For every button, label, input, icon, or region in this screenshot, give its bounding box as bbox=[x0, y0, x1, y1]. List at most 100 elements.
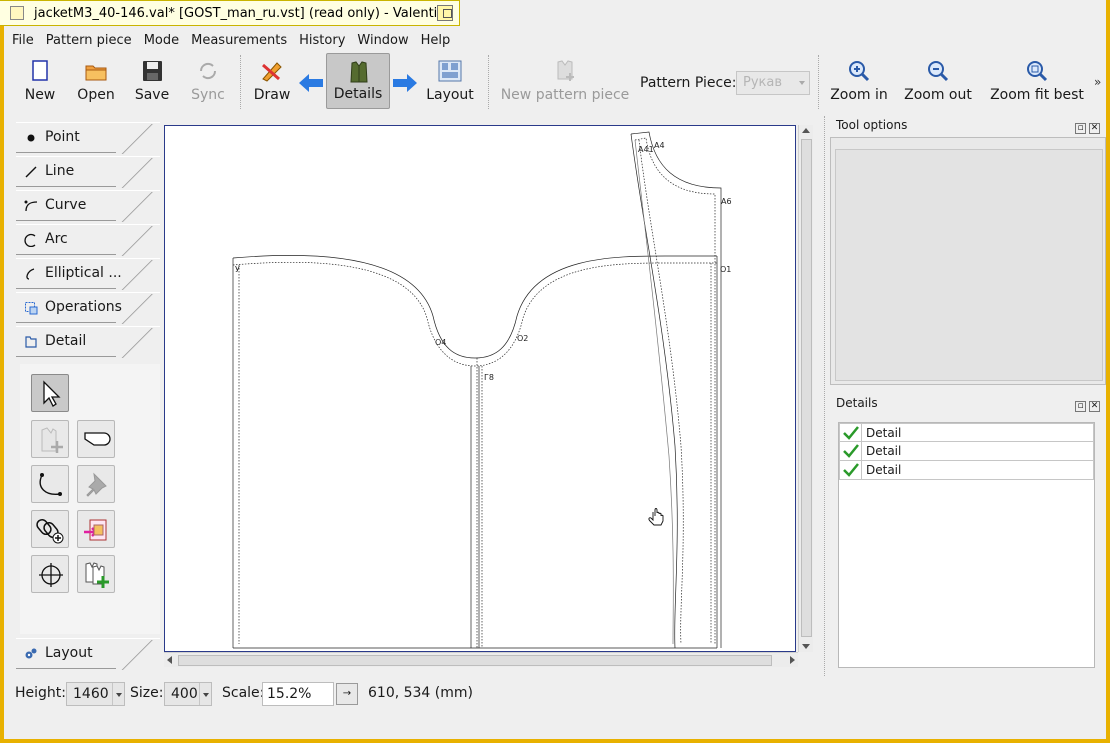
height-select[interactable]: 1460 bbox=[66, 682, 125, 706]
seam-allowance-tool-button[interactable] bbox=[31, 420, 69, 458]
close-icon[interactable]: ✕ bbox=[1089, 401, 1100, 412]
new-label: New bbox=[24, 87, 56, 103]
dock-separator bbox=[824, 116, 825, 676]
scroll-left-icon[interactable] bbox=[167, 656, 172, 664]
scale-input[interactable]: 15.2% bbox=[262, 682, 334, 706]
scroll-up-icon[interactable] bbox=[802, 128, 810, 133]
float-icon[interactable]: ▫ bbox=[1075, 401, 1086, 412]
size-label: Size: bbox=[130, 685, 164, 701]
tab-line[interactable]: Line bbox=[16, 156, 160, 190]
horizontal-scroll-thumb[interactable] bbox=[178, 655, 772, 666]
zoom-fit-icon bbox=[1027, 61, 1048, 82]
apply-scale-button[interactable]: → bbox=[336, 683, 358, 705]
sync-button[interactable]: Sync bbox=[180, 53, 236, 109]
checkmark-icon[interactable] bbox=[840, 442, 862, 460]
details-button[interactable]: Details bbox=[326, 53, 390, 109]
point-label-g8: Г8 bbox=[484, 373, 494, 382]
menu-pattern-piece[interactable]: Pattern piece bbox=[40, 33, 138, 48]
list-item[interactable]: Detail bbox=[839, 461, 1094, 480]
tool-options-dock-buttons: ▫ ✕ bbox=[1072, 119, 1100, 134]
internal-path-icon bbox=[39, 473, 62, 496]
layout-button[interactable]: Layout bbox=[422, 53, 478, 109]
toolbar-overflow-button[interactable]: » bbox=[1094, 75, 1101, 89]
crosshair-icon bbox=[39, 563, 63, 587]
horizontal-scrollbar[interactable] bbox=[164, 652, 798, 667]
add-group-tool-button[interactable] bbox=[77, 555, 115, 593]
menu-bar: File Pattern piece Mode Measurements His… bbox=[4, 29, 1106, 51]
menu-mode[interactable]: Mode bbox=[138, 33, 185, 48]
zoom-fit-best-button[interactable]: Zoom fit best bbox=[986, 53, 1088, 109]
tab-point-label: Point bbox=[45, 129, 80, 145]
tab-detail[interactable]: Detail bbox=[16, 326, 160, 360]
list-item[interactable]: Detail bbox=[839, 423, 1094, 442]
menu-measurements[interactable]: Measurements bbox=[185, 33, 293, 48]
float-icon[interactable]: ▫ bbox=[1075, 123, 1086, 134]
tab-arc[interactable]: Arc bbox=[16, 224, 160, 258]
cursor-coordinates: 610, 534 (mm) bbox=[368, 685, 473, 701]
pattern-piece-select[interactable]: Рукав bbox=[736, 71, 810, 95]
place-label-tool-button[interactable] bbox=[31, 555, 69, 593]
zoom-in-button[interactable]: Zoom in bbox=[824, 53, 894, 109]
pin-tool-button[interactable] bbox=[77, 465, 115, 503]
new-button[interactable]: New bbox=[12, 53, 68, 109]
menu-file[interactable]: File bbox=[6, 33, 40, 48]
pencil-ruler-icon bbox=[262, 62, 282, 82]
menu-history[interactable]: History bbox=[293, 33, 351, 48]
internal-path-tool-button[interactable] bbox=[31, 465, 69, 503]
point-label-o4: O4 bbox=[435, 338, 446, 347]
new-file-icon bbox=[32, 60, 48, 81]
tab-line-label: Line bbox=[45, 163, 75, 179]
tab-layout-label: Layout bbox=[45, 645, 93, 661]
tool-options-panel bbox=[830, 137, 1106, 385]
new-pattern-piece-button[interactable]: New pattern piece bbox=[498, 53, 632, 109]
save-button[interactable]: Save bbox=[124, 53, 180, 109]
insert-node-tool-button[interactable] bbox=[31, 510, 69, 548]
sync-icon bbox=[199, 62, 217, 80]
scroll-down-icon[interactable] bbox=[802, 644, 810, 649]
chain-link-icon bbox=[36, 518, 64, 544]
zoom-out-button[interactable]: Zoom out bbox=[900, 53, 976, 109]
duplicate-detail-tool-button[interactable] bbox=[77, 510, 115, 548]
new-pattern-piece-label: New pattern piece bbox=[500, 87, 630, 103]
scale-value: 15.2% bbox=[267, 686, 312, 702]
maximize-button[interactable] bbox=[437, 5, 453, 21]
close-icon[interactable]: ✕ bbox=[1089, 123, 1100, 134]
checkmark-icon[interactable] bbox=[840, 423, 862, 442]
tool-options-title: Tool options bbox=[836, 118, 908, 132]
draw-button[interactable]: Draw bbox=[244, 53, 300, 109]
new-detail-icon bbox=[41, 427, 63, 453]
main-window: jacketM3_40-146.val* [GOST_man_ru.vst] (… bbox=[0, 0, 1106, 739]
tab-operations-label: Operations bbox=[45, 299, 122, 315]
tab-operations[interactable]: Operations bbox=[16, 292, 160, 326]
point-label-u: У bbox=[235, 265, 240, 274]
detail-tools-panel bbox=[20, 364, 160, 634]
save-label: Save bbox=[134, 87, 170, 103]
tab-point[interactable]: Point bbox=[16, 122, 160, 156]
tab-curve[interactable]: Curve bbox=[16, 190, 160, 224]
tab-elliptical-arc[interactable]: Elliptical ... bbox=[16, 258, 160, 292]
pin-icon bbox=[86, 472, 107, 497]
scroll-right-icon[interactable] bbox=[790, 656, 795, 664]
pattern-canvas[interactable]: A41 A4 A6 У O1 O4 O2 Г8 bbox=[164, 125, 796, 652]
arrow-right-icon bbox=[393, 74, 417, 92]
menu-help[interactable]: Help bbox=[415, 33, 457, 48]
vertical-scroll-thumb[interactable] bbox=[801, 139, 812, 637]
open-label: Open bbox=[77, 87, 115, 103]
arrow-tool-button[interactable] bbox=[31, 374, 69, 412]
size-value: 400 bbox=[171, 686, 198, 702]
layout-icon bbox=[438, 60, 462, 82]
list-item[interactable]: Detail bbox=[839, 442, 1094, 461]
checkmark-icon[interactable] bbox=[840, 461, 862, 479]
open-button[interactable]: Open bbox=[68, 53, 124, 109]
toolbar-separator bbox=[818, 55, 819, 109]
pattern-piece-label: Pattern Piece: bbox=[640, 75, 737, 91]
menu-window[interactable]: Window bbox=[351, 33, 414, 48]
union-tool-button[interactable] bbox=[77, 420, 115, 458]
layout-label: Layout bbox=[426, 87, 474, 103]
tab-layout[interactable]: Layout bbox=[16, 638, 160, 672]
size-select[interactable]: 400 bbox=[164, 682, 212, 706]
details-dock-buttons: ▫ ✕ bbox=[1072, 397, 1100, 412]
tool-box: Point Line Curve Arc Elliptical ... Oper… bbox=[16, 122, 160, 670]
vertical-scrollbar[interactable] bbox=[798, 125, 813, 652]
elliptical-arc-icon bbox=[26, 268, 35, 280]
